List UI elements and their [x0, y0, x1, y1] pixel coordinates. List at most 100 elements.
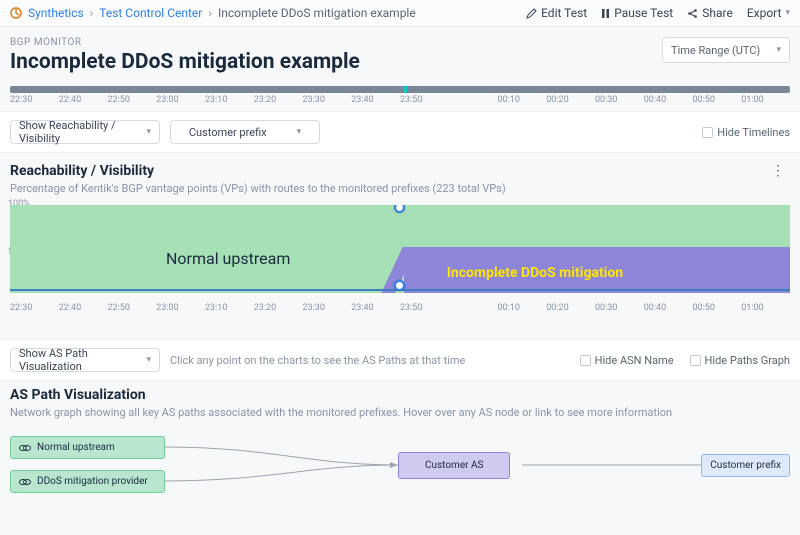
xaxis-tick: 00:30: [595, 303, 644, 313]
cloud-pair-icon: [19, 443, 31, 453]
xaxis-tick: 23:40: [351, 303, 400, 313]
node-customer-prefix[interactable]: Customer prefix: [701, 454, 790, 477]
xaxis-tick: 00:30: [595, 95, 644, 105]
timeline-bar[interactable]: [10, 86, 790, 93]
xaxis-tick: 00:20: [546, 95, 595, 105]
hide-asn-checkbox[interactable]: Hide ASN Name: [580, 354, 674, 367]
share-icon: [687, 8, 698, 19]
xaxis-tick: 00:40: [644, 303, 693, 313]
export-button[interactable]: Export ▾: [747, 6, 790, 20]
metric-select-label: Show Reachability / Visibility: [19, 119, 146, 145]
scope-select[interactable]: Customer prefix ▾: [170, 120, 320, 144]
xaxis-tick: 23:50: [400, 95, 449, 105]
chevron-right-icon: ›: [90, 6, 94, 20]
reachability-chart[interactable]: 100% 50% Normal upstream Incomplete DDoS…: [10, 201, 790, 301]
xaxis-tick: 23:10: [205, 95, 254, 105]
top-bar: Synthetics › Test Control Center › Incom…: [0, 0, 800, 27]
node-ddos-provider[interactable]: DDoS mitigation provider: [10, 470, 165, 493]
pencil-icon: [526, 8, 537, 19]
page-header: BGP MONITOR Incomplete DDoS mitigation e…: [0, 27, 800, 78]
node-normal-upstream[interactable]: Normal upstream: [10, 436, 165, 459]
hide-paths-label: Hide Paths Graph: [705, 354, 790, 367]
xaxis-tick: 23:50: [400, 303, 449, 313]
hide-paths-checkbox[interactable]: Hide Paths Graph: [690, 354, 790, 367]
top-actions: Edit Test Pause Test Share Export ▾: [526, 6, 790, 20]
chart-handle-bottom[interactable]: [394, 280, 405, 291]
header-kicker: BGP MONITOR: [10, 37, 360, 48]
scope-select-label: Customer prefix: [189, 126, 267, 139]
breadcrumb-test-control-center[interactable]: Test Control Center: [99, 6, 202, 20]
node-label: DDoS mitigation provider: [37, 476, 148, 487]
xaxis-tick: 22:30: [10, 95, 59, 105]
xaxis-tick: 22:40: [59, 95, 108, 105]
reachability-title: Reachability / Visibility: [10, 163, 506, 179]
node-label: Customer AS: [425, 460, 483, 471]
edit-test-label: Edit Test: [541, 6, 587, 20]
caret-down-icon: ▾: [146, 355, 151, 365]
xaxis-tick: 00:50: [693, 95, 742, 105]
timeline-marker[interactable]: [404, 86, 407, 93]
xaxis-tick: 23:00: [156, 303, 205, 313]
xaxis-tick: 22:40: [59, 303, 108, 313]
annotation-ddos: Incomplete DDoS mitigation: [447, 265, 623, 281]
time-range-label: Time Range (UTC): [671, 44, 760, 57]
share-button[interactable]: Share: [687, 6, 733, 20]
hide-timelines-label: Hide Timelines: [717, 126, 790, 139]
aspath-metric-label: Show AS Path Visualization: [19, 347, 146, 373]
aspath-hint: Click any point on the charts to see the…: [170, 354, 465, 367]
xaxis-tick: [449, 95, 498, 105]
chart-controls: Show Reachability / Visibility ▾ Custome…: [0, 111, 800, 153]
hide-asn-label: Hide ASN Name: [595, 354, 674, 367]
aspath-controls: Show AS Path Visualization ▾ Click any p…: [0, 339, 800, 381]
time-range-select[interactable]: Time Range (UTC) ▾: [662, 37, 790, 63]
pause-test-button[interactable]: Pause Test: [601, 6, 673, 20]
chevron-right-icon: ›: [208, 6, 212, 20]
checkbox-icon: [580, 355, 591, 366]
xaxis-tick: 00:10: [498, 303, 547, 313]
breadcrumb-synthetics[interactable]: Synthetics: [28, 6, 84, 20]
aspath-graph[interactable]: Normal upstream DDoS mitigation provider…: [10, 427, 790, 501]
xaxis-tick: [449, 303, 498, 313]
reachability-section: Reachability / Visibility Percentage of …: [0, 157, 800, 321]
xaxis-tick: 00:50: [693, 303, 742, 313]
xaxis-tick: 23:00: [156, 95, 205, 105]
section-menu-button[interactable]: ⋮: [767, 163, 790, 179]
caret-down-icon: ▾: [776, 45, 781, 55]
node-label: Customer prefix: [710, 460, 781, 471]
xaxis-tick: 22:50: [108, 95, 157, 105]
xaxis-tick: 01:00: [741, 303, 790, 313]
caret-down-icon: ▾: [146, 127, 151, 137]
pause-icon: [601, 8, 610, 19]
aspath-title: AS Path Visualization: [10, 387, 790, 403]
node-customer-as[interactable]: Customer AS: [398, 452, 510, 479]
share-label: Share: [702, 6, 733, 20]
home-icon[interactable]: [10, 7, 22, 19]
xaxis-tick: 22:50: [108, 303, 157, 313]
aspath-metric-select[interactable]: Show AS Path Visualization ▾: [10, 348, 160, 372]
xaxis-tick: 00:10: [498, 95, 547, 105]
breadcrumb-current: Incomplete DDoS mitigation example: [218, 6, 416, 20]
hide-timelines-checkbox[interactable]: Hide Timelines: [702, 126, 790, 139]
cloud-pair-icon: [19, 477, 31, 487]
xaxis-tick: 22:30: [10, 303, 59, 313]
caret-down-icon: ▾: [297, 127, 302, 137]
xaxis-tick: 00:40: [644, 95, 693, 105]
metric-select[interactable]: Show Reachability / Visibility ▾: [10, 120, 160, 144]
xaxis-tick: 01:00: [741, 95, 790, 105]
aspath-section: AS Path Visualization Network graph show…: [0, 381, 800, 419]
xaxis-tick: 23:10: [205, 303, 254, 313]
chart-plot-area[interactable]: Normal upstream Incomplete DDoS mitigati…: [10, 205, 790, 293]
xaxis-tick: 23:20: [254, 303, 303, 313]
chart-xaxis: 22:3022:4022:5023:0023:1023:2023:3023:40…: [10, 303, 790, 313]
annotation-normal: Normal upstream: [166, 249, 290, 268]
aspath-subtitle: Network graph showing all key AS paths a…: [10, 406, 790, 419]
timeline-xaxis: 22:3022:4022:5023:0023:1023:2023:3023:40…: [10, 95, 790, 105]
xaxis-tick: 23:30: [303, 303, 352, 313]
xaxis-tick: 23:30: [303, 95, 352, 105]
xaxis-tick: 00:20: [546, 303, 595, 313]
xaxis-tick: 23:20: [254, 95, 303, 105]
pause-test-label: Pause Test: [614, 6, 673, 20]
edit-test-button[interactable]: Edit Test: [526, 6, 587, 20]
xaxis-tick: 23:40: [351, 95, 400, 105]
checkbox-icon: [702, 127, 713, 138]
